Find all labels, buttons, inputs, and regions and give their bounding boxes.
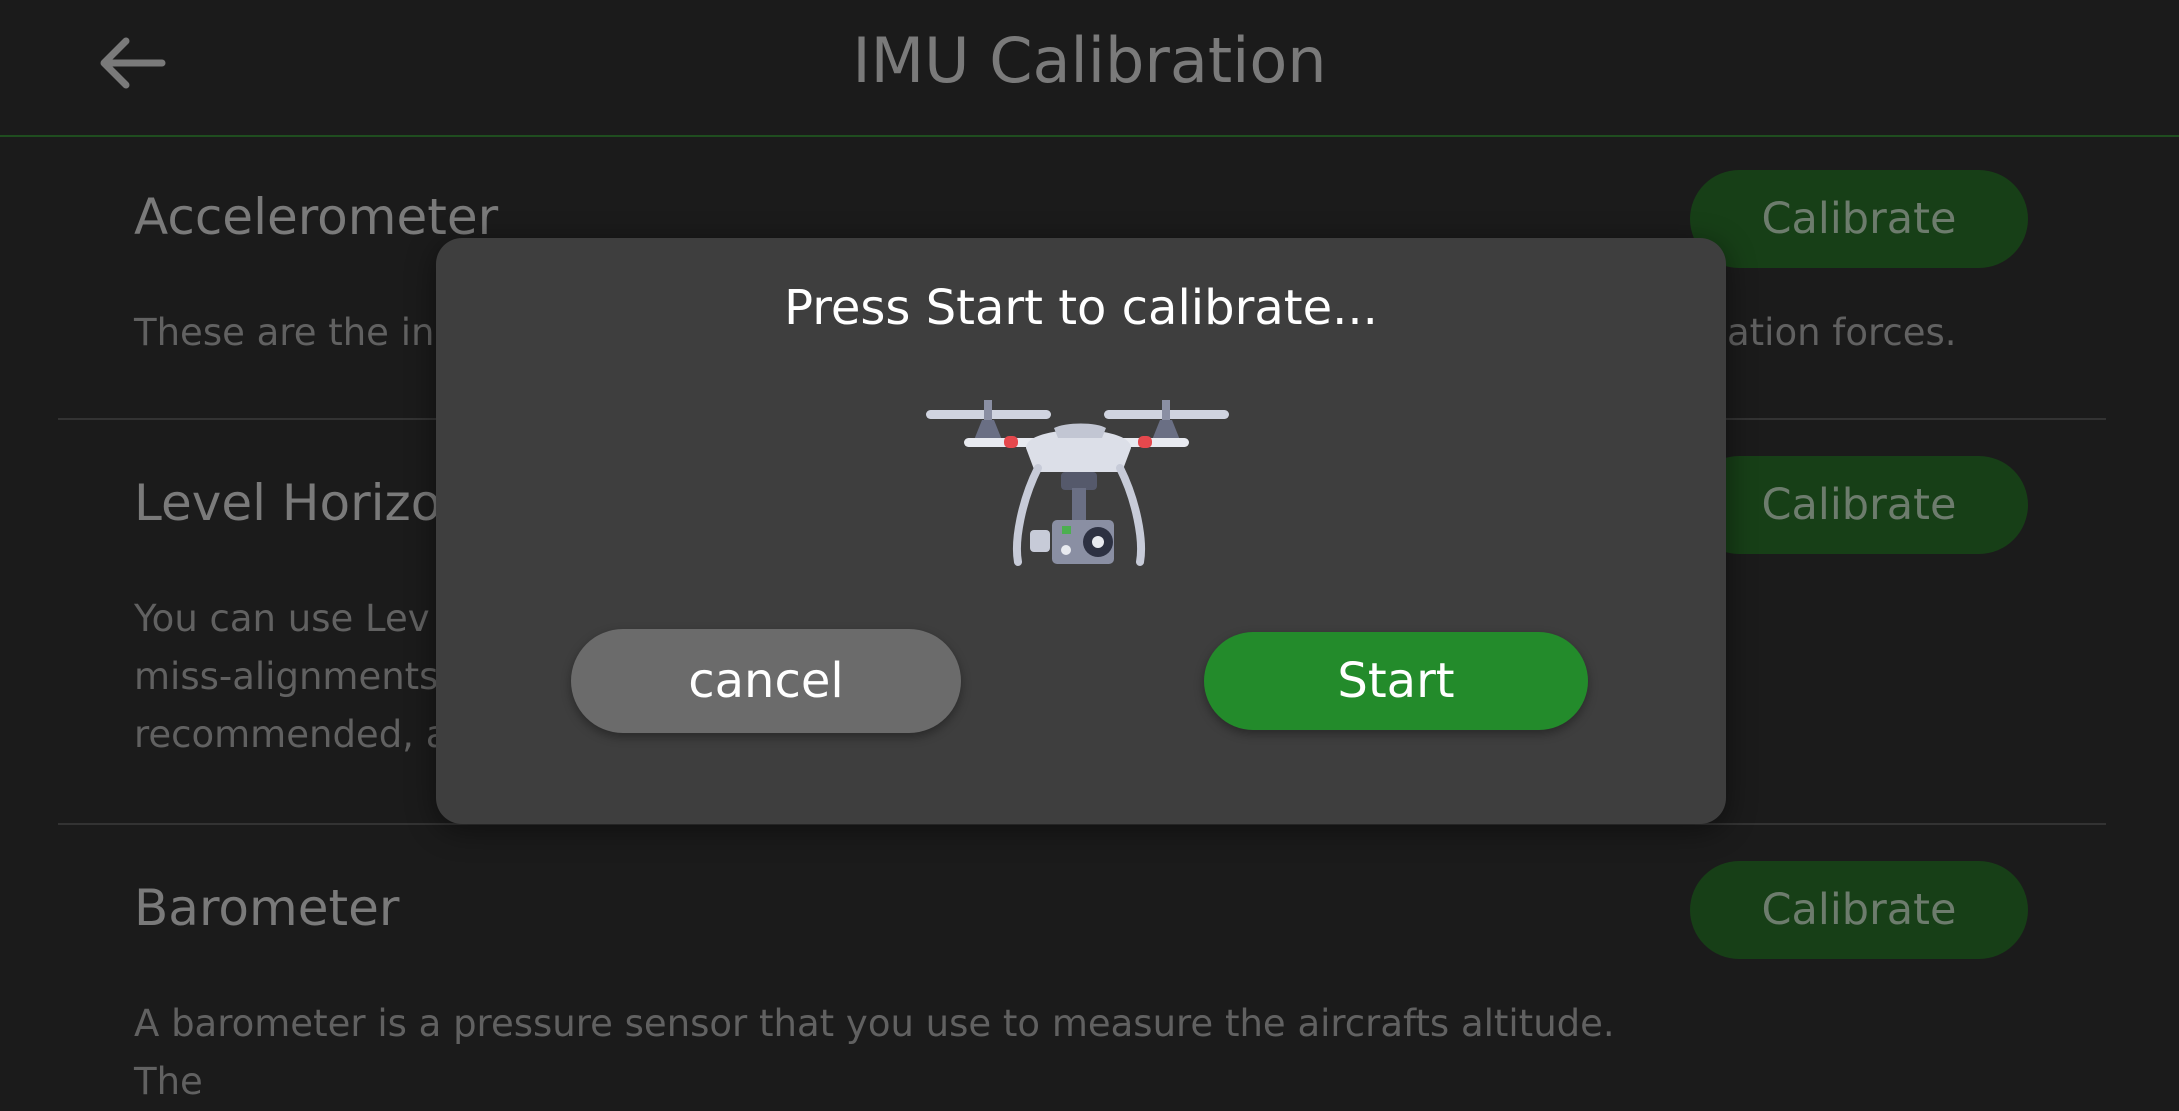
- cancel-button[interactable]: cancel: [571, 629, 961, 733]
- level-horizon-description-line2: miss-alignments: [134, 655, 439, 698]
- calibrate-barometer-button[interactable]: Calibrate: [1690, 861, 2028, 959]
- level-horizon-description-line3: recommended, a: [134, 713, 449, 756]
- calibrate-accelerometer-button[interactable]: Calibrate: [1690, 170, 2028, 268]
- barometer-description-line2: The: [134, 1060, 203, 1103]
- drone-icon: [926, 400, 1229, 566]
- accelerometer-description-start: These are the in: [134, 311, 435, 354]
- barometer-description-line1: A barometer is a pressure sensor that yo…: [134, 1002, 1615, 1045]
- page-title: IMU Calibration: [852, 24, 1327, 97]
- section-title-level-horizon: Level Horizor: [134, 474, 462, 532]
- dialog-message: Press Start to calibrate...: [784, 280, 1378, 336]
- calibration-dialog: Press Start to calibrate... cancel Start: [436, 238, 1726, 824]
- start-button[interactable]: Start: [1204, 632, 1588, 730]
- app-header: IMU Calibration: [0, 0, 2179, 137]
- section-title-barometer: Barometer: [134, 879, 400, 937]
- calibrate-level-horizon-button[interactable]: Calibrate: [1690, 456, 2028, 554]
- accelerometer-description-end: ation forces.: [1727, 311, 1957, 354]
- section-title-accelerometer: Accelerometer: [134, 188, 499, 246]
- level-horizon-description-line1: You can use Lev: [134, 597, 430, 640]
